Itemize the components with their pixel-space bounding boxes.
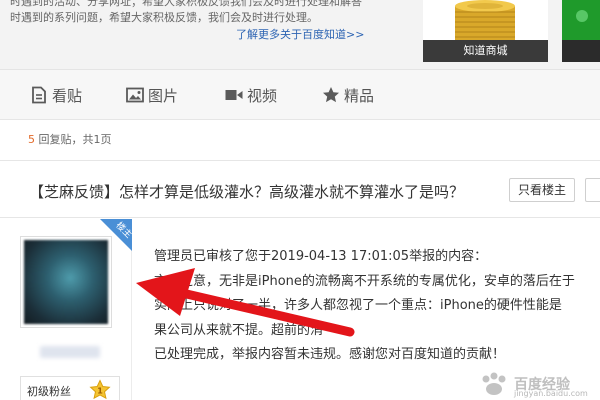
video-icon (225, 90, 243, 100)
thread-header: 【芝麻反馈】怎样才算是低级灌水？高级灌水就不算灌水了是吗？ 只看楼主 (0, 160, 600, 218)
tab-images[interactable]: 图片 (126, 70, 178, 120)
level-badge: 初级粉丝 1 (20, 376, 120, 400)
avatar[interactable] (20, 236, 112, 328)
promo-card-label (562, 40, 600, 62)
gold-coins-icon (423, 0, 548, 44)
tab-label: 看贴 (52, 86, 83, 105)
page-count: 1 (93, 133, 101, 146)
top-banner: 时遇到的活动、分享网址；希望大家积极反馈我们会及时进行处理和解答 时遇到的系列问… (0, 0, 600, 70)
post-line: 管理员已审核了您于2019-04-13 17:01:05举报的内容： (154, 249, 488, 264)
tab-featured[interactable]: 精品 (322, 70, 374, 120)
tab-label: 视频 (247, 86, 278, 105)
level-number: 1 (97, 387, 103, 396)
level-star-icon: 1 (89, 379, 111, 400)
watermark-url: jingyan.baidu.com (514, 389, 588, 398)
user-panel: 楼主 初级粉丝 1 (0, 219, 132, 400)
image-icon (126, 87, 144, 103)
thread-title: 【芝麻反馈】怎样才算是低级灌水？高级灌水就不算灌水了是吗？ (29, 183, 465, 201)
tab-videos[interactable]: 视频 (225, 70, 277, 120)
username[interactable] (40, 346, 100, 358)
reply-text: 回复贴，共 (35, 133, 94, 146)
notice-line-2: 时遇到的系列问题，希望大家积极反馈，我们会及时进行处理。 (10, 11, 318, 24)
star-icon (323, 87, 339, 103)
learn-more-link[interactable]: 了解更多关于百度知道>> (236, 26, 364, 42)
only-op-button[interactable]: 只看楼主 (509, 178, 576, 202)
post-line: 实际上只说对了一半，许多人都忽视了一个重点：iPhone的硬件性能是 (154, 298, 562, 313)
post-line: 果公司从来就不提。超前的消 (154, 322, 324, 338)
leaf-icon (576, 10, 588, 22)
avatar-image (24, 240, 108, 324)
tab-posts[interactable]: 看贴 (30, 70, 82, 120)
collect-button[interactable] (585, 178, 600, 202)
promo-card[interactable] (562, 0, 600, 62)
post-line: 已处理完成，举报内容暂未违规。感谢您对百度知道的贡献！ (154, 347, 506, 362)
shop-label: 知道商城 (423, 40, 548, 62)
reply-count: 5 (28, 133, 35, 146)
op-badge: 楼主 (100, 219, 132, 251)
post-line: 言下之意，无非是iPhone的流畅离不开系统的专属优化，安卓的落后在于 (154, 273, 575, 289)
tab-label: 精品 (344, 86, 375, 105)
zhidao-shop-card[interactable]: 知道商城 (423, 0, 548, 62)
paw-icon (482, 372, 506, 395)
post-content: 管理员已审核了您于2019-04-13 17:01:05举报的内容： 言下之意，… (154, 245, 600, 368)
notice-line-1: 时遇到的活动、分享网址；希望大家积极反馈我们会及时进行处理和解答 (10, 0, 362, 8)
page-suffix: 页 (100, 133, 112, 146)
watermark: 百度经验 jingyan.baidu.com (478, 372, 598, 400)
tab-bar: 看贴 图片 视频 精品 (0, 70, 600, 120)
level-name: 初级粉丝 (27, 385, 71, 398)
tab-label: 图片 (148, 86, 179, 105)
doc-icon (32, 86, 46, 104)
reply-summary: 5 回复贴，共1页 (28, 131, 112, 147)
